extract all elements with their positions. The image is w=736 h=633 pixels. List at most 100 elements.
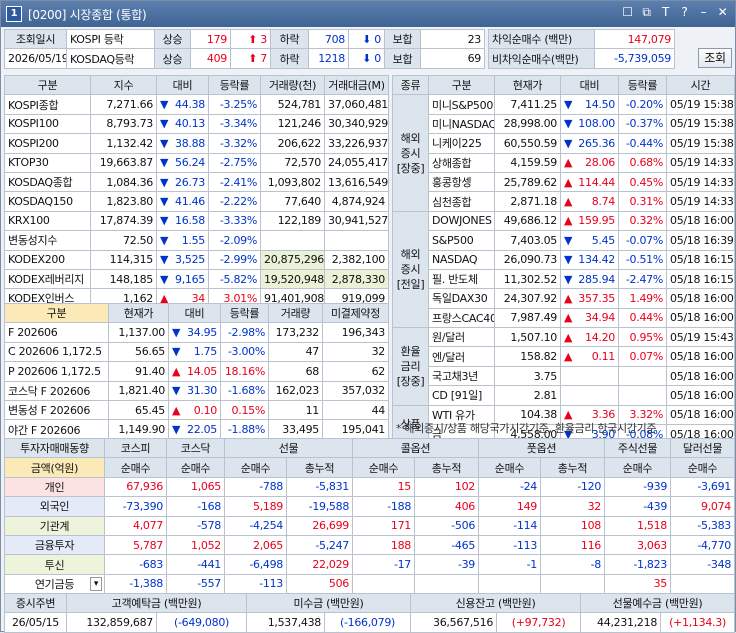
futures-header[interactable]: 거래량 [268, 302, 323, 324]
table-row[interactable]: CD [91일] 2.81 05/18 16:00 [393, 385, 735, 406]
investor-type[interactable]: 투신 [4, 554, 105, 575]
futures-name[interactable]: 야간 F 202606 [4, 419, 109, 440]
investor-type[interactable]: 개인 [4, 476, 105, 498]
table-row[interactable]: 야간 F 202606 1,149.90 ▼ 22.05 -1.88% 33,495 19… [4, 419, 389, 440]
inquiry-date[interactable]: 2026/05/19 [4, 48, 67, 69]
table-row[interactable]: 엔/달러 158.82 ▲ 0.11 0.07% 05/18 16:00 [393, 346, 735, 367]
index-header[interactable]: 등락률 [208, 74, 261, 96]
dropdown-icon[interactable]: ▾ [90, 576, 102, 591]
restore-icon[interactable]: ☐ [621, 6, 634, 19]
index-header[interactable]: 거래대금(M) [324, 74, 389, 96]
global-header[interactable]: 대비 [560, 74, 619, 96]
investor-type[interactable]: 금융투자 [4, 534, 105, 556]
futures-header[interactable]: 등락률 [220, 302, 269, 324]
index-header[interactable]: 지수 [90, 74, 157, 96]
index-name[interactable]: KODEX200 [4, 249, 91, 270]
table-row[interactable]: 변동성지수 72.50 ▼ 1.55 -2.09% [4, 230, 389, 251]
global-header[interactable]: 등락률 [618, 74, 667, 96]
help-icon[interactable]: ? [678, 6, 691, 19]
table-row[interactable]: 금융투자 5,787 1,052 2,065 -5,247 188 -465 -113 116 3… [4, 534, 736, 556]
close-icon[interactable]: ✕ [716, 6, 729, 19]
investor-type[interactable]: 연기금등 ▾ [4, 573, 105, 595]
table-row[interactable]: C 202606 1,172.5 56.65 ▼ 1.75 -3.00% 47 32 [4, 341, 389, 363]
global-name[interactable]: 홍콩항셍 [428, 171, 495, 193]
index-name[interactable]: KTOP30 [4, 152, 91, 173]
index-header[interactable]: 대비 [156, 74, 209, 96]
global-header[interactable]: 구분 [428, 74, 495, 96]
global-name[interactable]: 프랑스CAC40 [428, 307, 495, 329]
minimize-icon[interactable]: – [697, 6, 710, 19]
table-row[interactable]: 미니NASDAQ 28,998.00 ▼ 108.00 -0.37% 05/19 15:… [393, 113, 735, 135]
table-row[interactable]: 독일DAX30 24,307.92 ▲ 357.35 1.49% 05/18 16:00 [393, 288, 735, 309]
table-row[interactable]: NASDAQ 26,090.73 ▼ 134.42 -0.51% 05/18 16:15 [393, 249, 735, 270]
futures-name[interactable]: 코스닥 F 202606 [4, 380, 109, 401]
table-row[interactable]: F 202606 1,137.00 ▼ 34.95 -2.98% 173,232 196,… [4, 322, 389, 343]
table-row[interactable]: 프랑스CAC40 7,987.49 ▲ 34.94 0.44% 05/18 16:00 [393, 307, 735, 329]
global-name[interactable]: NASDAQ [428, 249, 495, 270]
table-row[interactable]: 개인 67,936 1,065 -788 -5,831 15 102 -24 -120 -939-… [4, 476, 736, 498]
global-name[interactable]: 미니NASDAQ [428, 113, 495, 135]
global-name[interactable]: CD [91일] [428, 385, 495, 406]
table-row[interactable]: 코스닥 F 202606 1,821.40 ▼ 31.30 -1.68% 162,023… [4, 380, 389, 401]
table-row[interactable]: 심천종합 2,871.18 ▲ 8.74 0.31% 05/19 14:33 [393, 191, 735, 212]
table-row[interactable]: 홍콩항셍 25,789.62 ▲ 114.44 0.45% 05/19 14:33 [393, 171, 735, 193]
table-row[interactable]: 변동성 F 202606 65.45 ▲ 0.10 0.15% 11 44 [4, 399, 389, 421]
futures-header[interactable]: 대비 [168, 302, 221, 324]
futures-header[interactable]: 현재가 [108, 302, 169, 324]
table-row[interactable]: 니케이225 60,550.59 ▼ 265.36 -0.44% 05/19 15:38 [393, 133, 735, 154]
global-name[interactable]: 국고채3년 [428, 365, 495, 387]
table-row[interactable]: 기관계 4,077 -578 -4,254 26,699 171 -506 -114 108 1,… [4, 515, 736, 536]
table-row[interactable]: 해외 증시 [전일] DOWJONES 49,686.12 ▲ 159.95 0.32%… [392, 210, 735, 329]
table-row[interactable]: KOSPI종합 7,271.66 ▼ 44.38 -3.25% 524,781 37,06… [4, 94, 389, 115]
index-name[interactable]: KOSPI100 [4, 113, 91, 135]
index-name[interactable]: KODEX레버리지 [4, 268, 91, 290]
index-name[interactable]: KOSPI종합 [4, 94, 91, 115]
global-header[interactable]: 현재가 [494, 74, 561, 96]
global-name[interactable]: 원/달러 [428, 327, 495, 348]
index-name[interactable]: KOSDAQ종합 [4, 171, 91, 193]
table-row[interactable]: 상해종합 4,159.59 ▲ 28.06 0.68% 05/19 14:33 [393, 152, 735, 173]
table-row[interactable]: 국고채3년 3.75 05/18 16:00 [393, 365, 735, 387]
query-button[interactable]: 조회 [698, 48, 732, 68]
investor-type[interactable]: 외국인 [4, 496, 105, 517]
investor-type[interactable]: 기관계 [4, 515, 105, 536]
index-header[interactable]: 거래량(천) [260, 74, 325, 96]
global-name[interactable]: DOWJONES [428, 210, 495, 232]
table-row[interactable]: 환율 금리 [장중] 원/달러 1,507.10 ▲ 14.20 0.95% 05/19 … [392, 327, 735, 406]
table-row[interactable]: 해외 증시 [장중] 미니S&P500 7,411.25 ▼ 14.50 -0.20% 0… [392, 94, 735, 212]
copy-window-icon[interactable]: ⧉ [640, 6, 653, 19]
table-row[interactable]: KODEX200 114,315 ▼ 3,525 -2.99% 20,875,296 2,… [4, 249, 389, 270]
table-row[interactable]: KOSDAQ150 1,823.80 ▼ 41.46 -2.22% 77,640 4,87… [4, 191, 389, 212]
global-header[interactable]: 종류 [392, 74, 429, 96]
table-row[interactable]: KOSDAQ종합 1,084.36 ▼ 26.73 -2.41% 1,093,802 13… [4, 171, 389, 193]
table-row[interactable]: KOSPI100 8,793.73 ▼ 40.13 -3.34% 121,246 30,3… [4, 113, 389, 135]
futures-name[interactable]: 변동성 F 202606 [4, 399, 109, 421]
global-header[interactable]: 시간 [666, 74, 735, 96]
table-row[interactable]: 필. 반도체 11,302.52 ▼ 285.94 -2.47% 05/18 16:15 [393, 268, 735, 290]
table-row[interactable]: KODEX레버리지 148,185 ▼ 9,165 -5.82% 19,520,948 2… [4, 268, 389, 290]
table-row[interactable]: KOSPI200 1,132.42 ▼ 38.88 -3.32% 206,622 33,2… [4, 133, 389, 154]
font-icon[interactable]: T [659, 6, 672, 19]
global-name[interactable]: S&P500 [428, 230, 495, 251]
global-name[interactable]: 미니S&P500 [428, 94, 495, 115]
table-row[interactable]: KTOP30 19,663.87 ▼ 56.24 -2.75% 72,570 24,055… [4, 152, 389, 173]
table-row[interactable]: KRX100 17,874.39 ▼ 16.58 -3.33% 122,189 30,94… [4, 210, 389, 232]
index-name[interactable]: KOSPI200 [4, 133, 91, 154]
global-name[interactable]: 필. 반도체 [428, 268, 495, 290]
futures-name[interactable]: P 202606 1,172.5 [4, 361, 109, 382]
global-name[interactable]: 독일DAX30 [428, 288, 495, 309]
futures-header[interactable]: 미결제약정 [322, 302, 389, 324]
index-name[interactable]: 변동성지수 [4, 230, 91, 251]
table-row[interactable]: 연기금등 ▾ -1,388 -557 -113 506 35 [4, 573, 736, 595]
table-row[interactable]: 외국인 -73,390 -168 5,189 -19,588 -188 406 149 32 -4… [4, 496, 736, 517]
global-name[interactable]: 엔/달러 [428, 346, 495, 367]
index-header[interactable]: 구분 [4, 74, 91, 96]
index-name[interactable]: KRX100 [4, 210, 91, 232]
futures-header[interactable]: 구분 [4, 302, 109, 324]
global-name[interactable]: 심천종합 [428, 191, 495, 212]
futures-name[interactable]: C 202606 1,172.5 [4, 341, 109, 363]
table-row[interactable]: 투신 -683 -441 -6,498 22,029 -17 -39 -1 -8 -1,823 -3… [4, 554, 736, 575]
futures-name[interactable]: F 202606 [4, 322, 109, 343]
global-name[interactable]: 상해종합 [428, 152, 495, 173]
table-row[interactable]: S&P500 7,403.05 ▼ 5.45 -0.07% 05/18 16:39 [393, 230, 735, 251]
